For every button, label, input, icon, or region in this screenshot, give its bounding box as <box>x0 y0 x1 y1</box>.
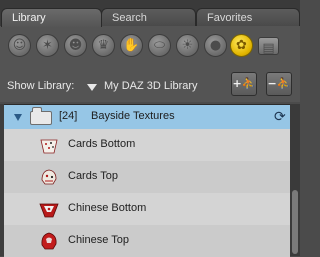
props-icon[interactable]: ⬭ <box>148 34 171 57</box>
add-folder-button[interactable]: +⛹ <box>231 72 257 96</box>
disclosure-triangle-icon[interactable] <box>14 114 22 121</box>
cards-bottom-thumbnail-icon <box>40 139 58 154</box>
person-icon: ⛹ <box>276 77 291 90</box>
remove-folder-label: − <box>267 77 277 90</box>
face-icon[interactable]: ☻ <box>64 34 87 57</box>
person-icon: ⛹ <box>241 77 256 90</box>
list-scrollbar[interactable] <box>290 104 300 256</box>
add-folder-label: + <box>232 77 242 90</box>
tab-bar: Library Search Favorites <box>0 0 300 27</box>
library-selector[interactable]: My DAZ 3D Library <box>104 80 198 92</box>
chinese-top-thumbnail-icon <box>41 232 57 250</box>
figure-icon[interactable]: ☺ <box>8 34 31 57</box>
remove-folder-button[interactable]: −⛹ <box>266 72 292 96</box>
folder-name: Bayside Textures <box>91 110 175 122</box>
scene-icon[interactable]: ▤ <box>258 37 279 56</box>
refresh-icon[interactable]: ⟳ <box>274 109 286 125</box>
item-label: Chinese Top <box>68 234 129 246</box>
show-library-label: Show Library: <box>7 80 75 92</box>
folder-icon <box>30 107 52 125</box>
pose-icon[interactable]: ✶ <box>36 34 59 57</box>
hand-icon[interactable]: ✋ <box>120 34 143 57</box>
tab-search[interactable]: Search <box>101 8 196 26</box>
list-item[interactable]: Cards Top <box>4 161 290 193</box>
show-library-row: Show Library: My DAZ 3D Library +⛹ −⛹ <box>0 70 300 102</box>
camera-icon[interactable]: ● <box>204 34 227 57</box>
hair-icon[interactable]: ♛ <box>92 34 115 57</box>
list-item[interactable]: Cards Bottom <box>4 129 290 161</box>
library-dropdown-arrow-icon[interactable] <box>87 84 97 91</box>
library-list: [24] Bayside Textures ⟳ Cards Bottom Car… <box>4 104 290 257</box>
light-icon[interactable]: ☀ <box>176 34 199 57</box>
cards-top-thumbnail-icon <box>41 169 57 185</box>
scrollbar-thumb[interactable] <box>292 190 298 254</box>
folder-count: [24] <box>59 110 78 122</box>
item-label: Chinese Bottom <box>68 202 147 214</box>
materials-icon[interactable]: ✿ <box>230 34 253 57</box>
tab-favorites[interactable]: Favorites <box>196 8 300 26</box>
item-label: Cards Top <box>68 170 118 182</box>
list-item[interactable]: Chinese Bottom <box>4 193 290 225</box>
chinese-bottom-thumbnail-icon <box>39 203 59 218</box>
tab-library[interactable]: Library <box>1 8 102 27</box>
item-label: Cards Bottom <box>68 138 136 150</box>
folder-row[interactable]: [24] Bayside Textures ⟳ <box>4 105 290 129</box>
category-toolbar: ☺ ✶ ☻ ♛ ✋ ⬭ ☀ ● ✿ ▤ <box>0 26 300 70</box>
list-item[interactable]: Chinese Top <box>4 225 290 257</box>
